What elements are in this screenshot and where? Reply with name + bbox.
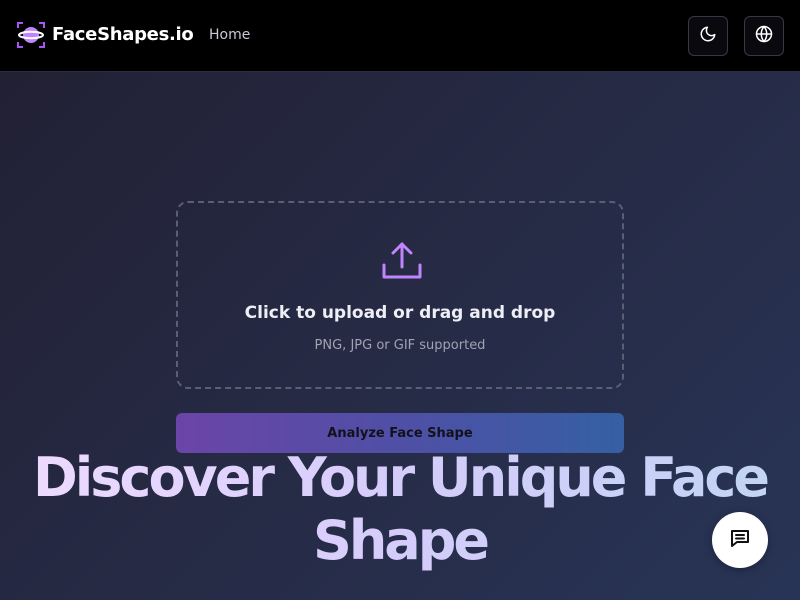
top-navbar: FaceShapes.io Home (0, 0, 800, 72)
upload-dropzone[interactable]: Click to upload or drag and drop PNG, JP… (176, 201, 624, 389)
face-scan-logo-icon[interactable] (16, 20, 46, 50)
language-button[interactable] (744, 16, 784, 56)
chat-icon (728, 526, 752, 554)
theme-toggle-button[interactable] (688, 16, 728, 56)
hero-headline-line-1: Discover Your Unique Face (32, 446, 768, 509)
brand-name[interactable]: FaceShapes.io (52, 24, 194, 45)
upload-formats-hint: PNG, JPG or GIF supported (314, 338, 486, 353)
upload-title: Click to upload or drag and drop (244, 303, 556, 323)
upload-icon (380, 239, 424, 283)
globe-icon (754, 24, 774, 48)
moon-icon (699, 25, 717, 47)
hero-headline: Discover Your Unique Face Shape (0, 446, 800, 572)
nav-home-link[interactable]: Home (209, 27, 250, 43)
chat-button[interactable] (712, 512, 768, 568)
hero-headline-line-2: Shape (312, 509, 488, 572)
